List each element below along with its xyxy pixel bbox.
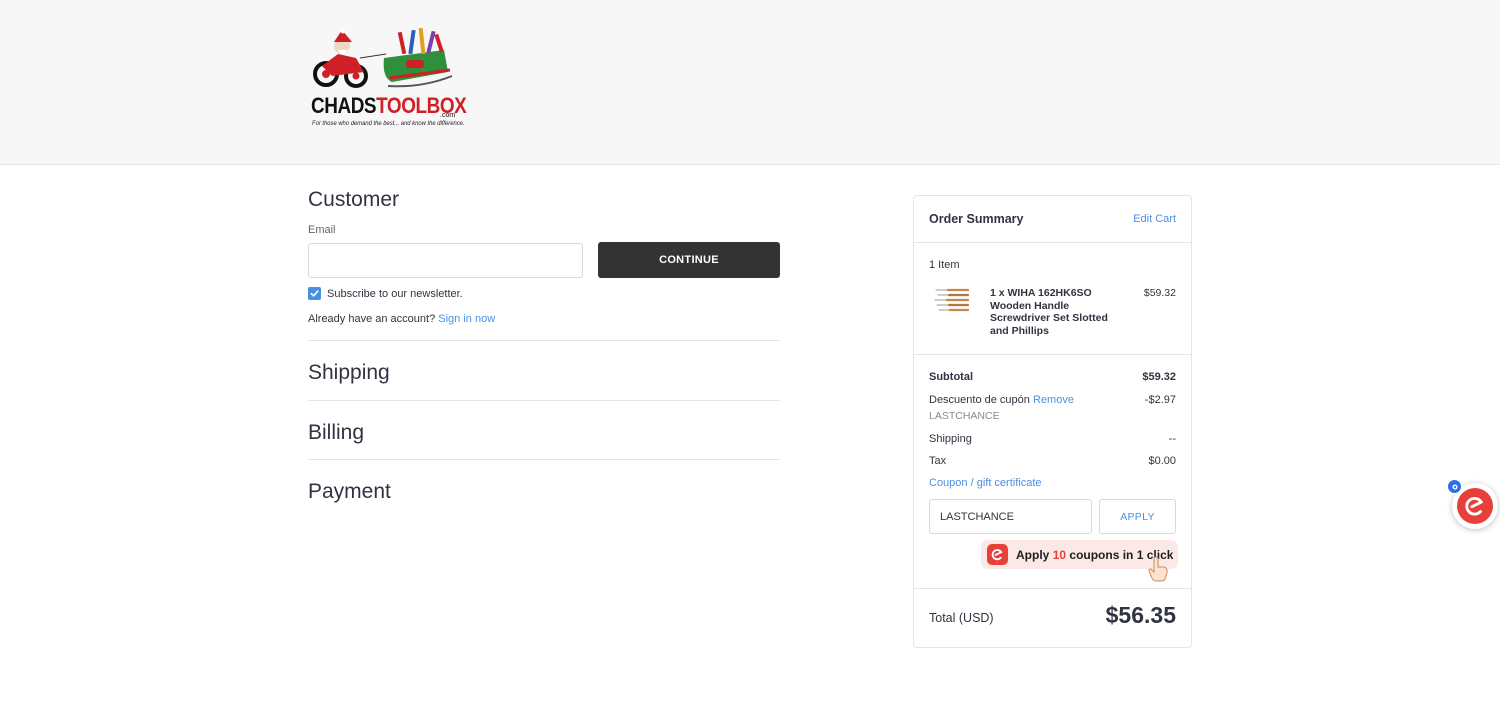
order-totals: Subtotal $59.32 Descuento de cupón Remov… xyxy=(914,355,1191,589)
discount-row: Descuento de cupón Remove xyxy=(929,394,1074,406)
discount-label: Descuento de cupón xyxy=(929,394,1030,406)
step-divider xyxy=(308,400,780,401)
tax-label: Tax xyxy=(929,455,947,467)
shipping-label: Shipping xyxy=(929,433,972,445)
product-price: $59.32 xyxy=(1143,287,1176,299)
billing-step-title[interactable]: Billing xyxy=(308,417,364,449)
product-thumbnail[interactable] xyxy=(934,287,970,315)
newsletter-label: Subscribe to our newsletter. xyxy=(327,287,463,300)
email-input[interactable] xyxy=(308,243,583,278)
shipping-value: -- xyxy=(1168,433,1176,445)
coupon-gift-certificate-toggle[interactable]: Coupon / gift certificate xyxy=(929,477,1042,489)
pointing-hand-icon xyxy=(1148,556,1168,582)
checkmark-icon[interactable] xyxy=(308,287,321,300)
step-divider xyxy=(308,340,780,341)
shipping-step-title[interactable]: Shipping xyxy=(308,357,390,389)
account-prompt-text: Already have an account? xyxy=(308,313,436,325)
total-value: $56.35 xyxy=(1105,602,1176,628)
coupon-extension-logo-icon xyxy=(1457,488,1493,524)
order-summary-title: Order Summary xyxy=(929,212,1024,226)
sign-in-link[interactable]: Sign in now xyxy=(438,313,495,325)
customer-step-title: Customer xyxy=(308,188,400,211)
account-prompt-line: Already have an account? Sign in now xyxy=(308,313,495,325)
order-summary: Order Summary Edit Cart 1 Item 1 x WIHA … xyxy=(913,195,1192,648)
order-summary-header: Order Summary Edit Cart xyxy=(914,196,1191,243)
coupon-extension-logo-icon xyxy=(987,544,1008,565)
item-count: 1 Item xyxy=(929,259,960,271)
apply-coupon-button[interactable]: APPLY xyxy=(1099,499,1176,534)
remove-coupon-link[interactable]: Remove xyxy=(1033,394,1074,406)
tax-value: $0.00 xyxy=(1148,455,1176,467)
continue-button[interactable]: CONTINUE xyxy=(598,242,780,278)
coupon-code-input[interactable] xyxy=(929,499,1092,534)
store-logo[interactable]: CHADSTOOLBOX .com For those who demand t… xyxy=(308,28,467,134)
email-label: Email xyxy=(308,224,336,236)
step-divider xyxy=(308,459,780,460)
total-label: Total (USD) xyxy=(929,611,994,625)
newsletter-checkbox-row[interactable]: Subscribe to our newsletter. xyxy=(308,287,463,300)
santa-sleigh-logo-art xyxy=(313,28,453,88)
logo-tagline: For those who demand the best... and kno… xyxy=(312,120,465,127)
subtotal-value: $59.32 xyxy=(1142,371,1176,383)
subtotal-label: Subtotal xyxy=(929,371,973,383)
notification-badge-icon xyxy=(1446,478,1463,495)
edit-cart-link[interactable]: Edit Cart xyxy=(1133,213,1176,225)
site-header: CHADSTOOLBOX .com For those who demand t… xyxy=(0,0,1500,165)
discount-value: -$2.97 xyxy=(1144,394,1176,406)
payment-step-title[interactable]: Payment xyxy=(308,476,391,508)
coupon-extension-float-button[interactable] xyxy=(1444,478,1500,530)
applied-coupon-code: LASTCHANCE xyxy=(929,410,1000,422)
coupon-extension-pill[interactable]: Apply 10 coupons in 1 click xyxy=(981,540,1178,582)
cart-items: 1 Item 1 x WIHA 162HK6SO Wooden Handle S… xyxy=(914,243,1191,355)
product-name: 1 x WIHA 162HK6SO Wooden Handle Screwdri… xyxy=(990,287,1108,337)
logo-domain: .com xyxy=(440,112,456,119)
